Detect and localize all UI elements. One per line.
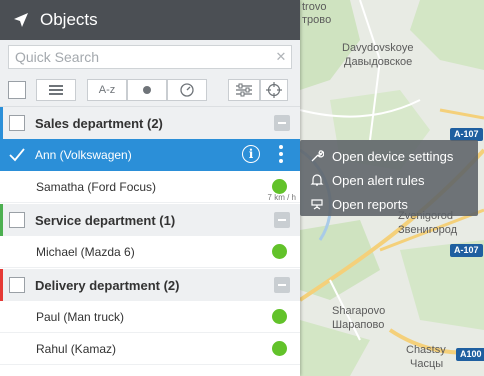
group-name: Sales department (2) <box>35 115 163 131</box>
map-label-trovo: trovo <box>302 1 327 13</box>
report-icon <box>311 199 323 210</box>
bell-icon <box>310 174 324 186</box>
status-dot-icon <box>143 86 151 94</box>
speed-filter-button[interactable] <box>167 79 207 101</box>
unit-context-menu: Open device settings Open alert rules Op… <box>300 140 478 216</box>
unit-name: Rahul (Kamaz) <box>36 341 117 356</box>
group-color-stripe <box>0 204 3 236</box>
collapse-group-button[interactable] <box>274 212 290 228</box>
map-label-davydovskoye-ru: Давыдовское <box>344 56 413 68</box>
toolbar: A-z <box>0 74 300 107</box>
clear-search-icon[interactable]: ✕ <box>271 49 291 65</box>
group-checkbox[interactable] <box>9 115 25 131</box>
objects-panel: Objects ✕ A-z <box>0 0 300 376</box>
map-label-chastsy-ru: Часцы <box>410 358 444 370</box>
menu-item-label: Open device settings <box>332 148 454 164</box>
locate-button[interactable] <box>260 79 288 101</box>
settings-filter-button[interactable] <box>228 79 260 101</box>
more-actions-icon[interactable] <box>278 145 284 165</box>
group-color-stripe <box>0 107 3 139</box>
group-row-delivery[interactable]: Delivery department (2) <box>0 269 300 301</box>
menu-item-reports[interactable]: Open reports <box>300 192 478 216</box>
online-status-indicator <box>272 244 287 259</box>
unit-row-samatha[interactable]: Samatha (Ford Focus) 7 km / h <box>0 171 300 203</box>
sort-alphabetical-button[interactable]: A-z <box>87 79 127 101</box>
select-all-checkbox[interactable] <box>8 81 26 99</box>
wrench-icon <box>311 150 324 162</box>
road-badge-a100: A100 <box>456 348 484 361</box>
gauge-icon <box>180 83 194 97</box>
checkmark-icon <box>9 148 25 162</box>
unit-name: Ann (Volkswagen) <box>35 148 132 162</box>
menu-item-label: Open reports <box>332 196 408 212</box>
sort-label: A-z <box>98 84 116 96</box>
search-box: ✕ <box>8 45 292 69</box>
speed-label: 7 km / h <box>267 193 296 202</box>
search-input[interactable] <box>9 49 271 65</box>
collapse-group-button[interactable] <box>274 277 290 293</box>
list-view-button[interactable] <box>36 79 76 101</box>
map-label-zvenigorod-ru: Звенигород <box>398 224 458 236</box>
unit-name: Michael (Mazda 6) <box>36 244 135 259</box>
group-color-stripe <box>0 269 3 301</box>
road-badge-a107: A-107 <box>450 244 483 257</box>
group-row-sales[interactable]: Sales department (2) <box>0 107 300 139</box>
group-name: Service department (1) <box>35 212 176 228</box>
panel-header: Objects <box>0 0 300 40</box>
map-label-sharapovo: Sharapovo <box>332 305 386 317</box>
online-status-indicator <box>272 309 287 324</box>
search-bar: ✕ <box>0 40 300 74</box>
menu-item-label: Open alert rules <box>332 172 425 188</box>
unit-row-rahul[interactable]: Rahul (Kamaz) <box>0 333 300 365</box>
crosshair-icon <box>266 82 282 98</box>
status-filter-button[interactable] <box>127 79 167 101</box>
unit-checkbox-checked[interactable] <box>9 147 25 163</box>
group-name: Delivery department (2) <box>35 277 180 293</box>
unit-row-ann[interactable]: Ann (Volkswagen) i <box>0 139 300 171</box>
sliders-icon <box>236 83 252 97</box>
map-label-trovo-ru: тровo <box>302 14 332 26</box>
page-title: Objects <box>40 10 98 29</box>
online-status-indicator <box>272 179 287 194</box>
unit-name: Paul (Man truck) <box>36 309 125 324</box>
group-checkbox[interactable] <box>9 212 25 228</box>
unit-row-paul[interactable]: Paul (Man truck) <box>0 301 300 333</box>
map-label-chastsy: Chastsy <box>406 344 446 356</box>
collapse-group-button[interactable] <box>274 115 290 131</box>
unit-row-michael[interactable]: Michael (Mazda 6) <box>0 236 300 268</box>
menu-item-alert-rules[interactable]: Open alert rules <box>300 168 478 192</box>
group-row-service[interactable]: Service department (1) <box>0 204 300 236</box>
map-label-davydovskoye: Davydovskoye <box>342 42 414 54</box>
navigation-arrow-icon <box>14 13 28 27</box>
map-label-sharapovo-ru: Шарапово <box>332 319 385 331</box>
list-icon <box>49 85 63 95</box>
menu-item-device-settings[interactable]: Open device settings <box>300 144 478 168</box>
unit-name: Samatha (Ford Focus) <box>36 179 157 194</box>
group-checkbox[interactable] <box>9 277 25 293</box>
online-status-indicator <box>272 341 287 356</box>
info-icon[interactable]: i <box>242 145 260 163</box>
